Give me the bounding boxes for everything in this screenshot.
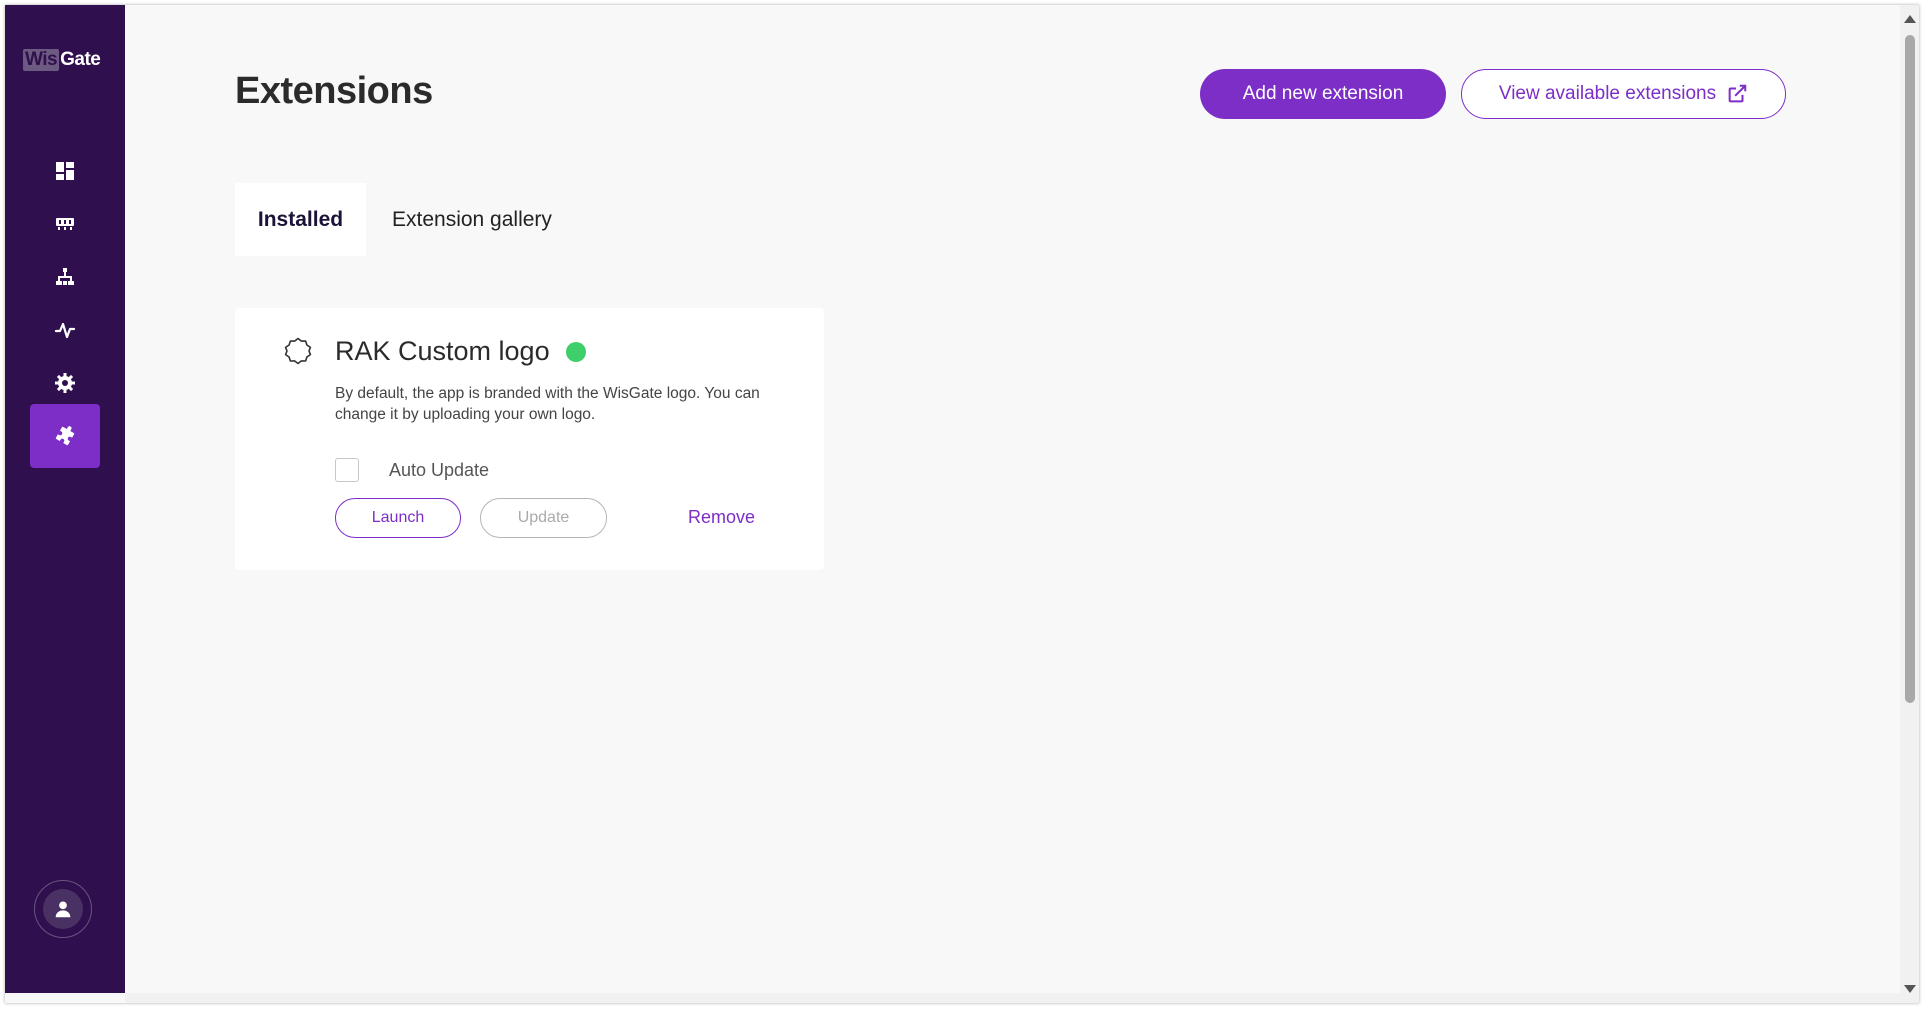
extension-card: RAK Custom logo By default, the app is b… [235, 308, 824, 570]
status-indicator [565, 341, 586, 362]
tabs: Installed Extension gallery [235, 183, 578, 256]
external-link-icon [1728, 84, 1747, 103]
update-button[interactable]: Update [480, 498, 607, 538]
add-new-extension-button[interactable]: Add new extension [1200, 69, 1446, 119]
horizontal-scrollbar[interactable] [125, 993, 1900, 1003]
activity-icon [54, 322, 76, 339]
logo-part2: Gate [60, 49, 101, 70]
extensions-icon [55, 426, 75, 446]
remove-link[interactable]: Remove [688, 507, 755, 528]
vertical-scrollbar[interactable] [1900, 5, 1919, 1003]
view-available-extensions-label: View available extensions [1498, 83, 1717, 104]
app-window: Wis Gate Extensions Add new extension Vi… [5, 5, 1919, 1003]
auto-update-checkbox[interactable] [335, 458, 359, 482]
settings-icon [55, 373, 75, 393]
dashboard-icon [56, 162, 74, 180]
extension-name: RAK Custom logo [335, 336, 550, 366]
extension-description: By default, the app is branded with the … [335, 385, 760, 423]
sidebar: Wis Gate [5, 5, 125, 993]
scrollbar-thumb[interactable] [1905, 35, 1915, 703]
extension-title: RAK Custom logo [335, 336, 586, 367]
wisgate-logo[interactable]: Wis Gate [23, 49, 101, 71]
user-icon [43, 889, 83, 929]
network-icon [56, 268, 74, 285]
launch-button[interactable]: Launch [335, 498, 461, 538]
user-avatar-button[interactable] [34, 880, 92, 938]
scroll-down-arrow-icon[interactable] [1904, 985, 1916, 993]
tab-installed[interactable]: Installed [235, 183, 366, 256]
extension-badge-icon [284, 337, 312, 365]
auto-update-label: Auto Update [389, 459, 490, 480]
page-title: Extensions [235, 70, 433, 112]
gateway-icon [56, 218, 74, 230]
scroll-up-arrow-icon[interactable] [1904, 15, 1916, 23]
auto-update-option: Auto Update [335, 458, 489, 482]
tab-extension-gallery[interactable]: Extension gallery [366, 183, 578, 256]
view-available-extensions-button[interactable]: View available extensions [1461, 69, 1786, 119]
sidebar-item-extensions[interactable] [30, 404, 100, 468]
logo-part1: Wis [23, 49, 60, 71]
